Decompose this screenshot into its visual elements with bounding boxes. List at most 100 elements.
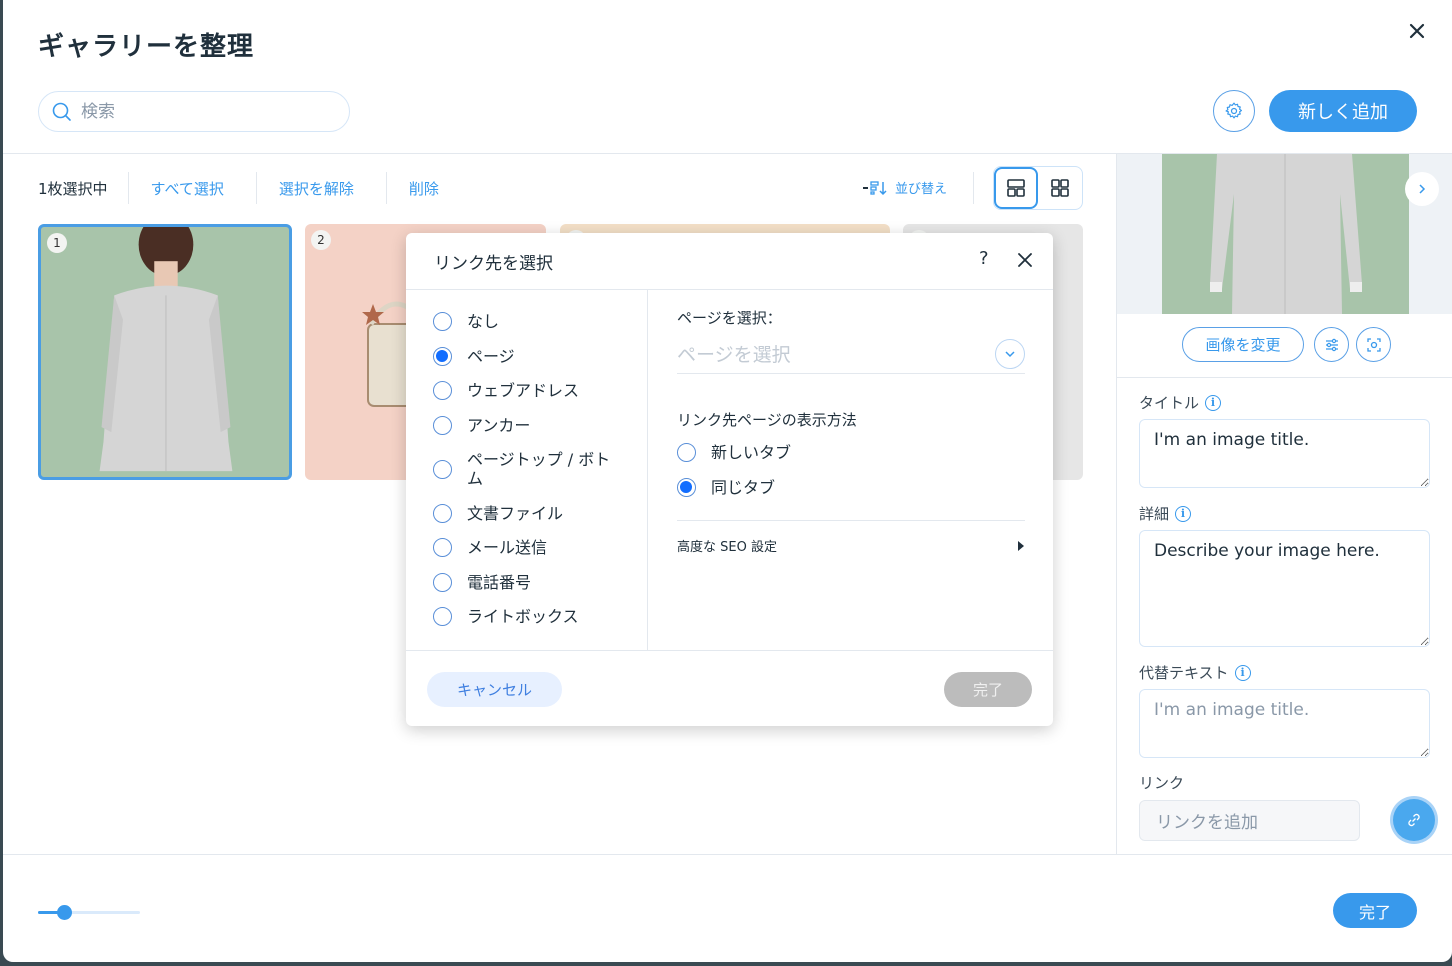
- selected-count: 1枚選択中: [38, 172, 129, 204]
- selection-toolbar: 1枚選択中 すべて選択 選択を解除 削除: [38, 170, 471, 206]
- radio-label: メール送信: [467, 538, 548, 557]
- chevron-right-icon: [1419, 184, 1426, 194]
- radio-label: 文書ファイル: [467, 504, 564, 523]
- link-type-none[interactable]: なし: [433, 312, 617, 331]
- link-type-web-address[interactable]: ウェブアドレス: [433, 381, 617, 400]
- link-type-page[interactable]: ページ: [433, 347, 617, 366]
- radio-label: ページ: [467, 347, 515, 366]
- radio-button[interactable]: [433, 312, 452, 331]
- small-grid-icon: [1051, 179, 1069, 197]
- large-grid-view-button[interactable]: [994, 167, 1039, 209]
- sort-icon: [863, 180, 887, 195]
- view-toggle: [993, 166, 1083, 210]
- radio-button[interactable]: [433, 504, 452, 523]
- radio-label: 新しいタブ: [711, 443, 792, 462]
- link-type-top-bottom[interactable]: ページトップ / ボトム: [433, 450, 617, 488]
- link-label-text: リンク: [1139, 774, 1185, 792]
- search-icon: [52, 102, 71, 121]
- dialog-done-button[interactable]: 完了: [944, 672, 1032, 707]
- alt-text-textarea[interactable]: [1139, 689, 1430, 758]
- radio-label: 電話番号: [467, 573, 532, 592]
- link-options-panel: ページを選択： ページを選択 リンク先ページの表示方法 新しいタブ 同じタブ 高…: [649, 290, 1053, 650]
- close-icon[interactable]: [1015, 250, 1035, 270]
- close-icon[interactable]: [1404, 18, 1430, 44]
- page-select-dropdown[interactable]: ページを選択: [677, 334, 1025, 374]
- radio-label: ウェブアドレス: [467, 381, 580, 400]
- radio-label: ページトップ / ボトム: [467, 450, 611, 488]
- coat-image: [99, 227, 233, 472]
- radio-button[interactable]: [433, 538, 452, 557]
- radio-label: なし: [467, 312, 500, 331]
- item-details-panel: 画像を変更 タイトル i 詳細 i: [1116, 154, 1452, 854]
- radio-button[interactable]: [433, 381, 452, 400]
- page-title: ギャラリーを整理: [38, 32, 255, 62]
- adjust-button[interactable]: [1314, 327, 1349, 362]
- radio-button[interactable]: [433, 573, 452, 592]
- divider: [973, 172, 974, 204]
- next-image-button[interactable]: [1405, 172, 1439, 206]
- sliders-icon: [1325, 338, 1338, 351]
- description-textarea[interactable]: [1139, 530, 1430, 647]
- thumbnail-size-slider[interactable]: [38, 905, 140, 920]
- gear-icon: [1225, 102, 1242, 119]
- header: ギャラリーを整理 新しく追加: [3, 0, 1452, 154]
- sort-button[interactable]: 並び替え: [861, 178, 947, 197]
- settings-button[interactable]: [1213, 90, 1255, 132]
- focal-point-button[interactable]: [1356, 327, 1391, 362]
- dialog-header: リンク先を選択 ?: [406, 233, 1053, 290]
- large-grid-icon: [1007, 179, 1025, 197]
- radio-button[interactable]: [433, 416, 452, 435]
- info-icon[interactable]: i: [1234, 664, 1251, 681]
- radio-button[interactable]: [677, 478, 696, 497]
- link-type-email[interactable]: メール送信: [433, 538, 617, 557]
- preview-area: [1117, 154, 1452, 314]
- done-button[interactable]: 完了: [1333, 893, 1417, 928]
- open-in-new-tab[interactable]: 新しいタブ: [677, 443, 861, 462]
- link-type-anchor[interactable]: アンカー: [433, 416, 617, 435]
- link-type-list: なし ページ ウェブアドレス アンカー ページトップ / ボトム 文書ファイル: [406, 290, 648, 650]
- page-select-placeholder: ページを選択: [677, 344, 791, 366]
- description-label-text: 詳細: [1139, 505, 1170, 523]
- item-number-badge: 1: [47, 233, 67, 253]
- advanced-seo-settings[interactable]: 高度な SEO 設定: [677, 536, 1025, 555]
- gallery-item[interactable]: 1: [38, 224, 292, 480]
- open-in-same-tab[interactable]: 同じタブ: [677, 478, 861, 497]
- link-type-phone[interactable]: 電話番号: [433, 573, 617, 592]
- footer: 完了: [3, 854, 1452, 962]
- small-grid-view-button[interactable]: [1038, 167, 1082, 209]
- info-icon[interactable]: i: [1175, 505, 1192, 522]
- cancel-button[interactable]: キャンセル: [427, 672, 562, 707]
- alt-text-label: 代替テキスト i: [1139, 662, 1251, 683]
- search-input[interactable]: [81, 101, 321, 122]
- alt-text-label-text: 代替テキスト: [1139, 664, 1229, 682]
- slider-handle[interactable]: [56, 905, 72, 920]
- link-input[interactable]: リンクを追加: [1139, 800, 1360, 841]
- chevron-down-icon[interactable]: [995, 338, 1025, 369]
- focal-point-icon: [1366, 337, 1381, 352]
- radio-button[interactable]: [433, 459, 452, 479]
- radio-button[interactable]: [433, 347, 452, 366]
- link-label: リンク: [1139, 772, 1184, 793]
- add-new-button[interactable]: 新しく追加: [1269, 90, 1417, 132]
- help-icon[interactable]: ?: [979, 248, 989, 269]
- title-textarea[interactable]: [1139, 419, 1430, 488]
- title-label: タイトル i: [1139, 392, 1222, 413]
- search-field[interactable]: [38, 91, 350, 132]
- select-all-link[interactable]: すべて選択: [129, 172, 257, 204]
- link-type-lightbox[interactable]: ライトボックス: [433, 607, 617, 626]
- radio-button[interactable]: [433, 607, 452, 626]
- link-type-document[interactable]: 文書ファイル: [433, 504, 617, 523]
- seo-label: 高度な SEO 設定: [677, 540, 777, 555]
- deselect-link[interactable]: 選択を解除: [257, 172, 387, 204]
- open-mode-label: リンク先ページの表示方法: [677, 411, 857, 429]
- change-image-button[interactable]: 画像を変更: [1182, 327, 1304, 362]
- divider: [677, 520, 1025, 521]
- radio-button[interactable]: [677, 443, 696, 462]
- delete-link[interactable]: 削除: [387, 172, 471, 204]
- info-icon[interactable]: i: [1205, 394, 1222, 411]
- organize-gallery-window: ギャラリーを整理 新しく追加 1枚選択中 すべて選択 選択を解除 削除: [3, 0, 1452, 962]
- dialog-footer: キャンセル 完了: [406, 650, 1053, 726]
- item-number-badge: 2: [311, 230, 331, 250]
- add-link-button[interactable]: [1393, 799, 1435, 841]
- description-label: 詳細 i: [1139, 503, 1192, 524]
